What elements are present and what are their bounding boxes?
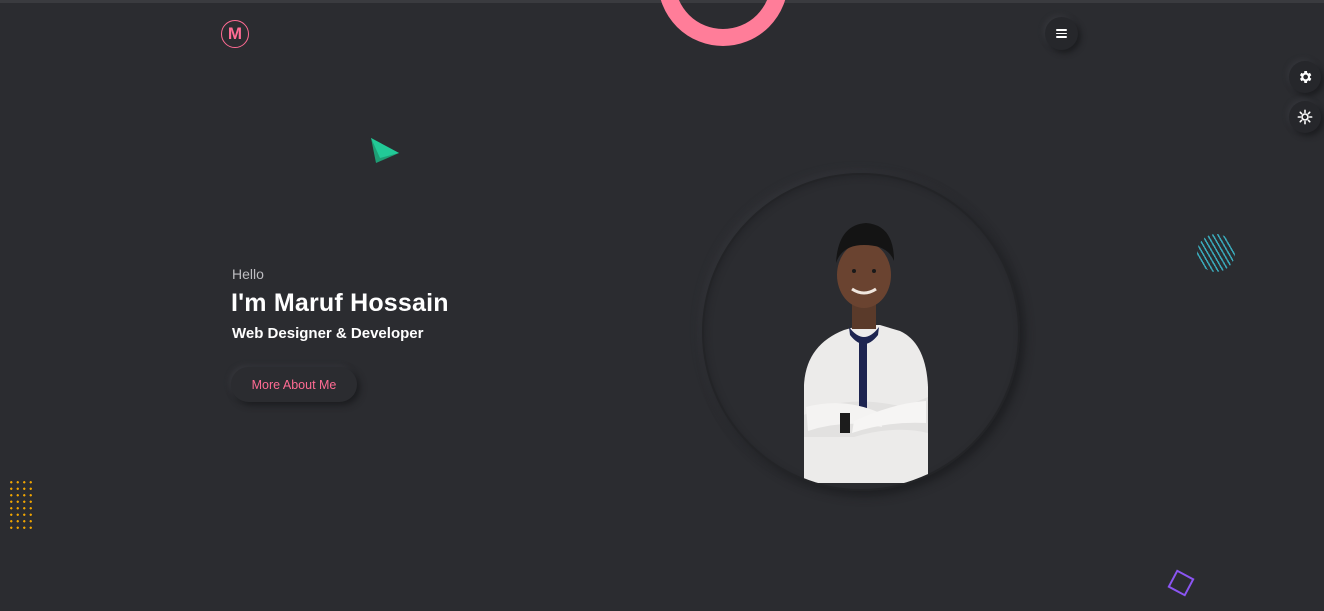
gear-icon	[1300, 71, 1312, 83]
hamburger-menu-icon	[1056, 29, 1067, 38]
decorative-striped-circle	[1197, 234, 1235, 272]
portrait-photo	[804, 223, 928, 483]
hero-role: Web Designer & Developer	[232, 325, 424, 342]
portrait-frame	[702, 173, 1020, 491]
logo-letter: M	[227, 24, 243, 43]
more-about-me-button[interactable]: More About Me	[231, 367, 357, 402]
more-about-me-label: More About Me	[251, 377, 337, 392]
sun-gear-icon	[1297, 109, 1313, 125]
theme-toggle-button[interactable]	[1289, 101, 1321, 133]
settings-button[interactable]	[1289, 61, 1321, 93]
hero-name: I'm Maruf Hossain	[231, 289, 449, 317]
menu-button[interactable]	[1045, 17, 1078, 50]
decorative-triangle-shape	[371, 138, 399, 163]
logo[interactable]: M	[221, 20, 249, 48]
decorative-square-shape	[1167, 569, 1195, 597]
greeting-text: Hello	[232, 266, 264, 282]
decorative-ring-shape	[658, 0, 788, 46]
decorative-dot-grid	[8, 479, 36, 533]
